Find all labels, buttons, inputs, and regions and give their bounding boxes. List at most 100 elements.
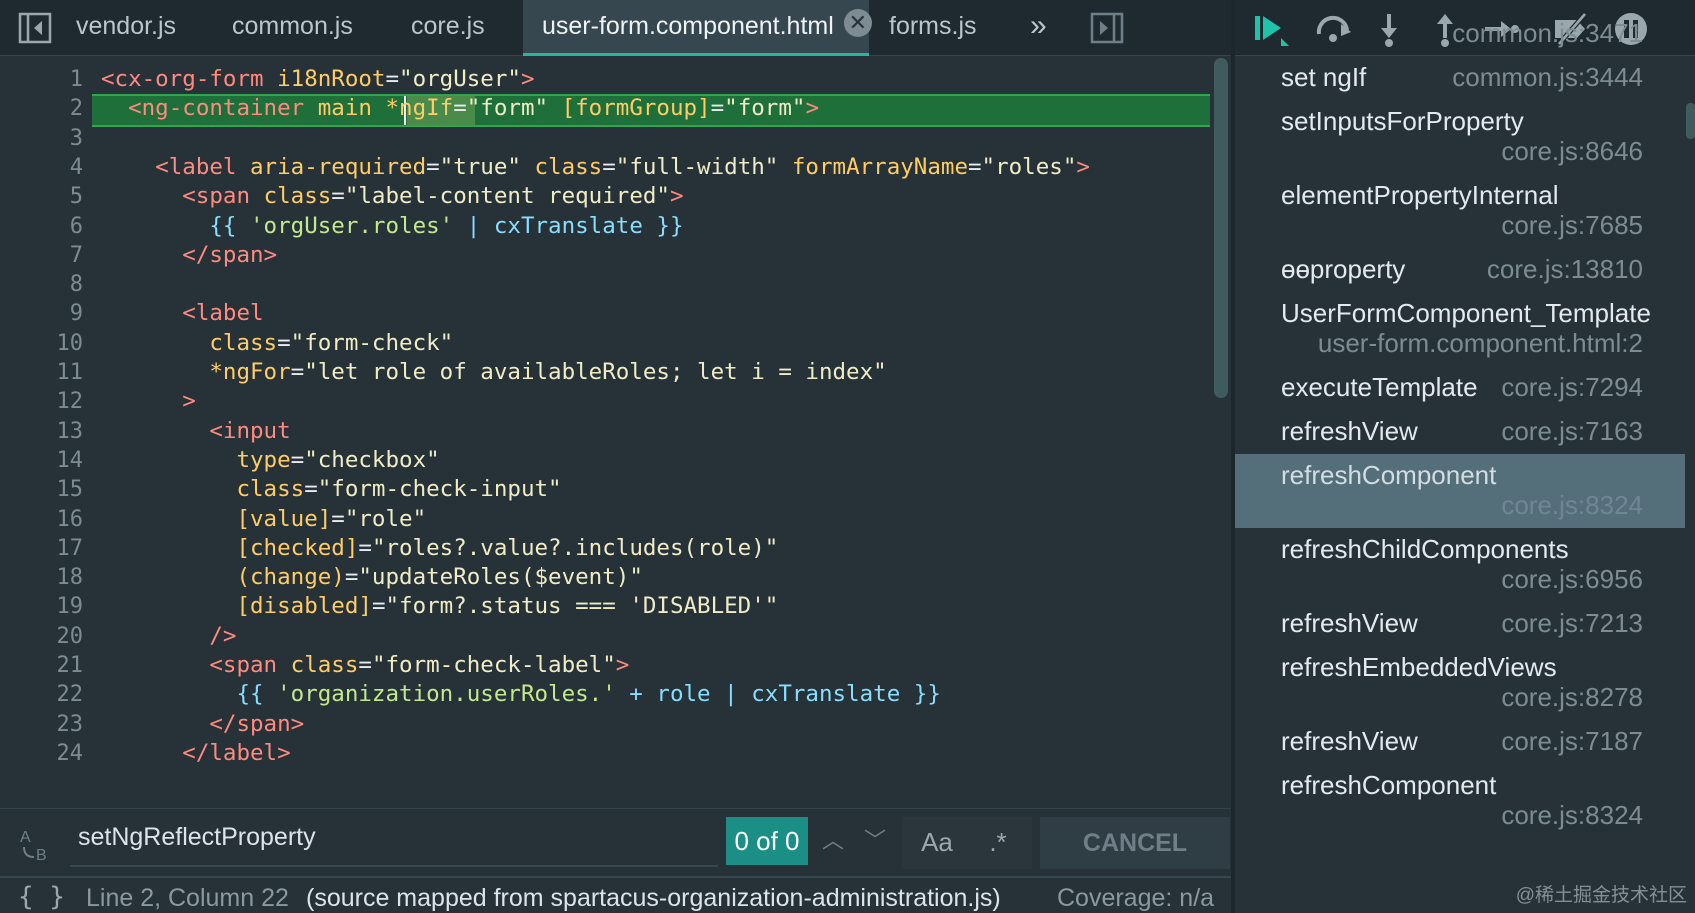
line-number[interactable]: 3 — [0, 123, 83, 154]
line-number[interactable]: 12 — [0, 386, 84, 417]
call-stack-frame[interactable]: refreshEmbeddedViews core.js:8278 — [1235, 646, 1685, 720]
frame-function-name: executeTemplate — [1281, 372, 1478, 402]
svg-text:A: A — [20, 829, 31, 846]
call-stack-frame[interactable]: UserFormComponent_Template user-form.comp… — [1235, 292, 1685, 366]
match-case-toggle[interactable]: Aa — [912, 819, 962, 865]
find-query: setNgReflectProperty — [78, 823, 316, 851]
line-number[interactable]: 8 — [0, 269, 83, 300]
code-token: = — [602, 153, 616, 180]
tab-label: common.js — [232, 12, 353, 40]
frame-function-name: refreshView — [1281, 608, 1418, 638]
code-token: "form-check-label" — [371, 652, 616, 678]
line-number[interactable]: 5 — [0, 181, 83, 212]
call-stack-frame[interactable]: set ngIf common.js:3444 — [1235, 56, 1685, 100]
line-number[interactable]: 9 — [0, 298, 83, 329]
code-token: > — [1076, 153, 1090, 180]
frame-location: common.js:3471 — [1452, 18, 1643, 48]
cancel-button[interactable]: CANCEL — [1040, 817, 1230, 869]
line-number[interactable]: 16 — [0, 504, 84, 535]
more-tabs-icon[interactable]: » — [1030, 0, 1047, 56]
close-icon[interactable]: ✕ — [843, 9, 872, 37]
toggle-debugger-icon[interactable] — [1090, 12, 1124, 44]
frame-location: user-form.component.html:2 — [1317, 328, 1643, 358]
call-stack-frame[interactable]: refreshComponent core.js:8324 — [1235, 764, 1685, 838]
code-token: 'orgUser.roles' — [250, 212, 454, 239]
line-number[interactable]: 20 — [0, 621, 84, 652]
line-number[interactable]: 17 — [0, 533, 84, 564]
find-bar: A B setNgReflectProperty 0 of 0 ︿ ﹀ Aa .… — [0, 808, 1231, 872]
code-area[interactable]: 1 <cx-org-form i18nRoot="orgUser"> 2 <ng-c… — [0, 64, 1231, 806]
line-number[interactable]: 14 — [0, 445, 84, 476]
line-number[interactable]: 7 — [0, 240, 83, 271]
code-token: <span — [209, 652, 291, 678]
code-token: <ng-container — [128, 95, 318, 122]
line-number[interactable]: 13 — [0, 416, 84, 447]
call-stack-frame[interactable]: refreshView core.js:7213 — [1235, 602, 1685, 646]
line-number[interactable]: 15 — [0, 474, 84, 505]
line-number[interactable]: 24 — [0, 738, 84, 769]
line-number[interactable]: 4 — [0, 152, 83, 183]
search-options-icon[interactable]: A B — [18, 825, 58, 865]
code-line: {{ 'orgUser.roles' | cxTranslate }} — [101, 211, 683, 242]
line-number[interactable]: 18 — [0, 562, 84, 593]
tab-core-js[interactable]: core.js — [411, 0, 485, 56]
toggle-navigator-icon[interactable] — [18, 12, 52, 44]
code-token: <input — [209, 417, 291, 444]
source-map-info[interactable]: (source mapped from spartacus-organizati… — [306, 884, 1001, 913]
frame-function-name: refreshChildComponents — [1281, 534, 1569, 564]
source-tabs-bar: vendor.js common.js core.js user-form.co… — [0, 0, 1231, 56]
code-token: class — [209, 329, 278, 356]
frame-function-name: refreshView — [1281, 726, 1418, 756]
call-stack-frame[interactable]: refreshView core.js:7187 — [1235, 720, 1685, 764]
code-token: "roles" — [981, 153, 1077, 180]
call-stack-frame[interactable]: refreshComponent core.js:8324 — [1235, 454, 1685, 528]
call-stack-frame[interactable]: elementPropertyInternal core.js:7685 — [1235, 174, 1685, 248]
line-number[interactable]: 19 — [0, 591, 84, 622]
call-stack-frame[interactable]: ɵɵproperty core.js:13810 — [1235, 248, 1685, 292]
call-stack-frame[interactable]: executeTemplate core.js:7294 — [1235, 366, 1685, 410]
tab-user-form-component-html[interactable]: user-form.component.html ✕ — [523, 0, 872, 56]
call-stack-scrollbar[interactable] — [1686, 103, 1695, 139]
pretty-print-icon[interactable]: { } — [18, 882, 65, 912]
code-line: class="form-check-input" — [101, 474, 561, 505]
frame-function-name: setInputsForProperty — [1281, 106, 1524, 136]
call-stack-frame[interactable]: common.js:3471 — [1235, 12, 1685, 56]
line-number[interactable]: 21 — [0, 650, 84, 681]
call-stack-frame[interactable]: refreshView core.js:7163 — [1235, 410, 1685, 454]
frame-function-name: refreshEmbeddedViews — [1281, 652, 1557, 682]
tab-vendor-js[interactable]: vendor.js — [76, 0, 176, 56]
line-number[interactable]: 6 — [0, 211, 83, 242]
line-number[interactable]: 1 — [0, 64, 83, 95]
code-token: </span> — [182, 241, 278, 268]
find-previous-button[interactable]: ︿ — [812, 819, 854, 863]
call-stack-frame[interactable]: refreshChildComponents core.js:6956 — [1235, 528, 1685, 602]
find-next-button[interactable]: ﹀ — [854, 819, 896, 863]
line-number[interactable]: 2 — [0, 93, 83, 124]
code-token: "orgUser" — [399, 66, 521, 92]
code-token: = — [290, 359, 305, 385]
debugger-pane: common.js:3471 set ngIf common.js:3444 setI… — [1235, 0, 1695, 913]
coverage-info: Coverage: n/a — [1057, 884, 1215, 912]
code-line: [checked]="roles?.value?.includes(role)" — [101, 533, 778, 564]
call-stack-frame[interactable]: setInputsForProperty core.js:8646 — [1235, 100, 1685, 174]
code-token: = — [344, 564, 359, 591]
tab-forms-js[interactable]: forms.js — [889, 0, 977, 56]
line-number[interactable]: 22 — [0, 679, 84, 710]
line-number[interactable]: 11 — [0, 357, 84, 388]
code-line: <cx-org-form i18nRoot="orgUser"> — [101, 64, 535, 95]
line-number[interactable]: 10 — [0, 328, 84, 359]
code-token: <cx-org-form — [101, 66, 278, 92]
code-token: main — [317, 95, 386, 122]
code-token: </label> — [182, 739, 291, 766]
line-number[interactable]: 23 — [0, 709, 84, 740]
editor-scrollbar[interactable] — [1214, 58, 1228, 398]
find-input[interactable]: setNgReflectProperty — [70, 817, 718, 867]
tab-common-js[interactable]: common.js — [232, 0, 353, 56]
code-token: [disabled] — [236, 593, 372, 620]
regex-toggle[interactable]: .* — [976, 819, 1020, 865]
code-line: type="checkbox" — [101, 445, 439, 476]
